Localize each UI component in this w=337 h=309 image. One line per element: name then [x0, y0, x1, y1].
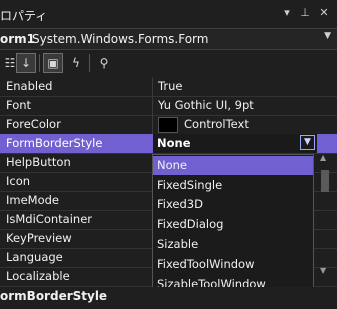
toolbar-divider: [89, 54, 90, 72]
property-name: HelpButton: [6, 155, 71, 169]
dropdown-option[interactable]: FixedSingle: [153, 176, 313, 195]
property-name: ImeMode: [6, 193, 60, 207]
dropdown-button[interactable]: ▼: [300, 135, 315, 150]
toolbar-divider: [39, 54, 40, 72]
scroll-down-arrow[interactable]: ▼: [320, 266, 326, 275]
close-icon[interactable]: ✕: [317, 6, 331, 20]
object-type: System.Windows.Forms.Form: [32, 32, 209, 46]
chevron-down-icon[interactable]: ▾: [280, 6, 294, 20]
events-icon[interactable]: ϟ: [66, 53, 86, 73]
dropdown-option[interactable]: Fixed3D: [153, 195, 313, 214]
panel-title: ロパティ: [0, 9, 48, 23]
dropdown-option[interactable]: FixedDialog: [153, 215, 313, 234]
dropdown-option[interactable]: Sizable: [153, 235, 313, 254]
property-name: FormBorderStyle: [6, 136, 103, 150]
property-row[interactable]: Font Yu Gothic UI, 9pt: [0, 96, 337, 116]
property-row-selected[interactable]: FormBorderStyle None ▼: [0, 134, 337, 154]
property-pages-icon[interactable]: ⚲: [94, 53, 114, 73]
property-value[interactable]: Yu Gothic UI, 9pt: [158, 98, 254, 112]
description-pane: ormBorderStyle: [0, 287, 337, 309]
scroll-up-arrow[interactable]: ▲: [320, 153, 326, 162]
scrollbar-thumb[interactable]: [321, 170, 329, 192]
property-name: Localizable: [6, 269, 70, 283]
property-value-editor[interactable]: None ▼: [153, 134, 317, 153]
property-name: Icon: [6, 174, 31, 188]
alphabetical-icon[interactable]: ↓: [16, 53, 36, 73]
property-name: ForeColor: [6, 117, 61, 131]
property-value: None: [157, 136, 191, 150]
property-name: IsMdiContainer: [6, 212, 92, 226]
property-row[interactable]: ForeColor ControlText: [0, 115, 337, 135]
dropdown-option[interactable]: FixedToolWindow: [153, 255, 313, 274]
property-row[interactable]: Enabled True: [0, 77, 337, 97]
description-title: ormBorderStyle: [0, 289, 108, 303]
object-selector[interactable]: orm1 System.Windows.Forms.Form ▼: [0, 28, 337, 50]
property-name: Font: [6, 98, 32, 112]
property-toolbar: ☷ ↓ ▣ ϟ ⚲: [0, 51, 337, 75]
property-value[interactable]: ControlText: [184, 117, 249, 131]
property-name: Language: [6, 250, 63, 264]
property-value[interactable]: True: [158, 79, 182, 93]
object-name: orm1: [0, 32, 36, 46]
dropdown-list: None FixedSingle Fixed3D FixedDialog Siz…: [152, 154, 314, 301]
property-name: KeyPreview: [6, 231, 72, 245]
dropdown-option-selected[interactable]: None: [153, 156, 313, 175]
pin-icon[interactable]: ⊥: [298, 6, 312, 20]
panel-title-bar: ロパティ ▾ ⊥ ✕: [0, 0, 337, 28]
color-swatch: [158, 117, 178, 133]
properties-icon[interactable]: ▣: [43, 53, 63, 73]
chevron-down-icon[interactable]: ▼: [324, 31, 331, 41]
property-name: Enabled: [6, 79, 53, 93]
